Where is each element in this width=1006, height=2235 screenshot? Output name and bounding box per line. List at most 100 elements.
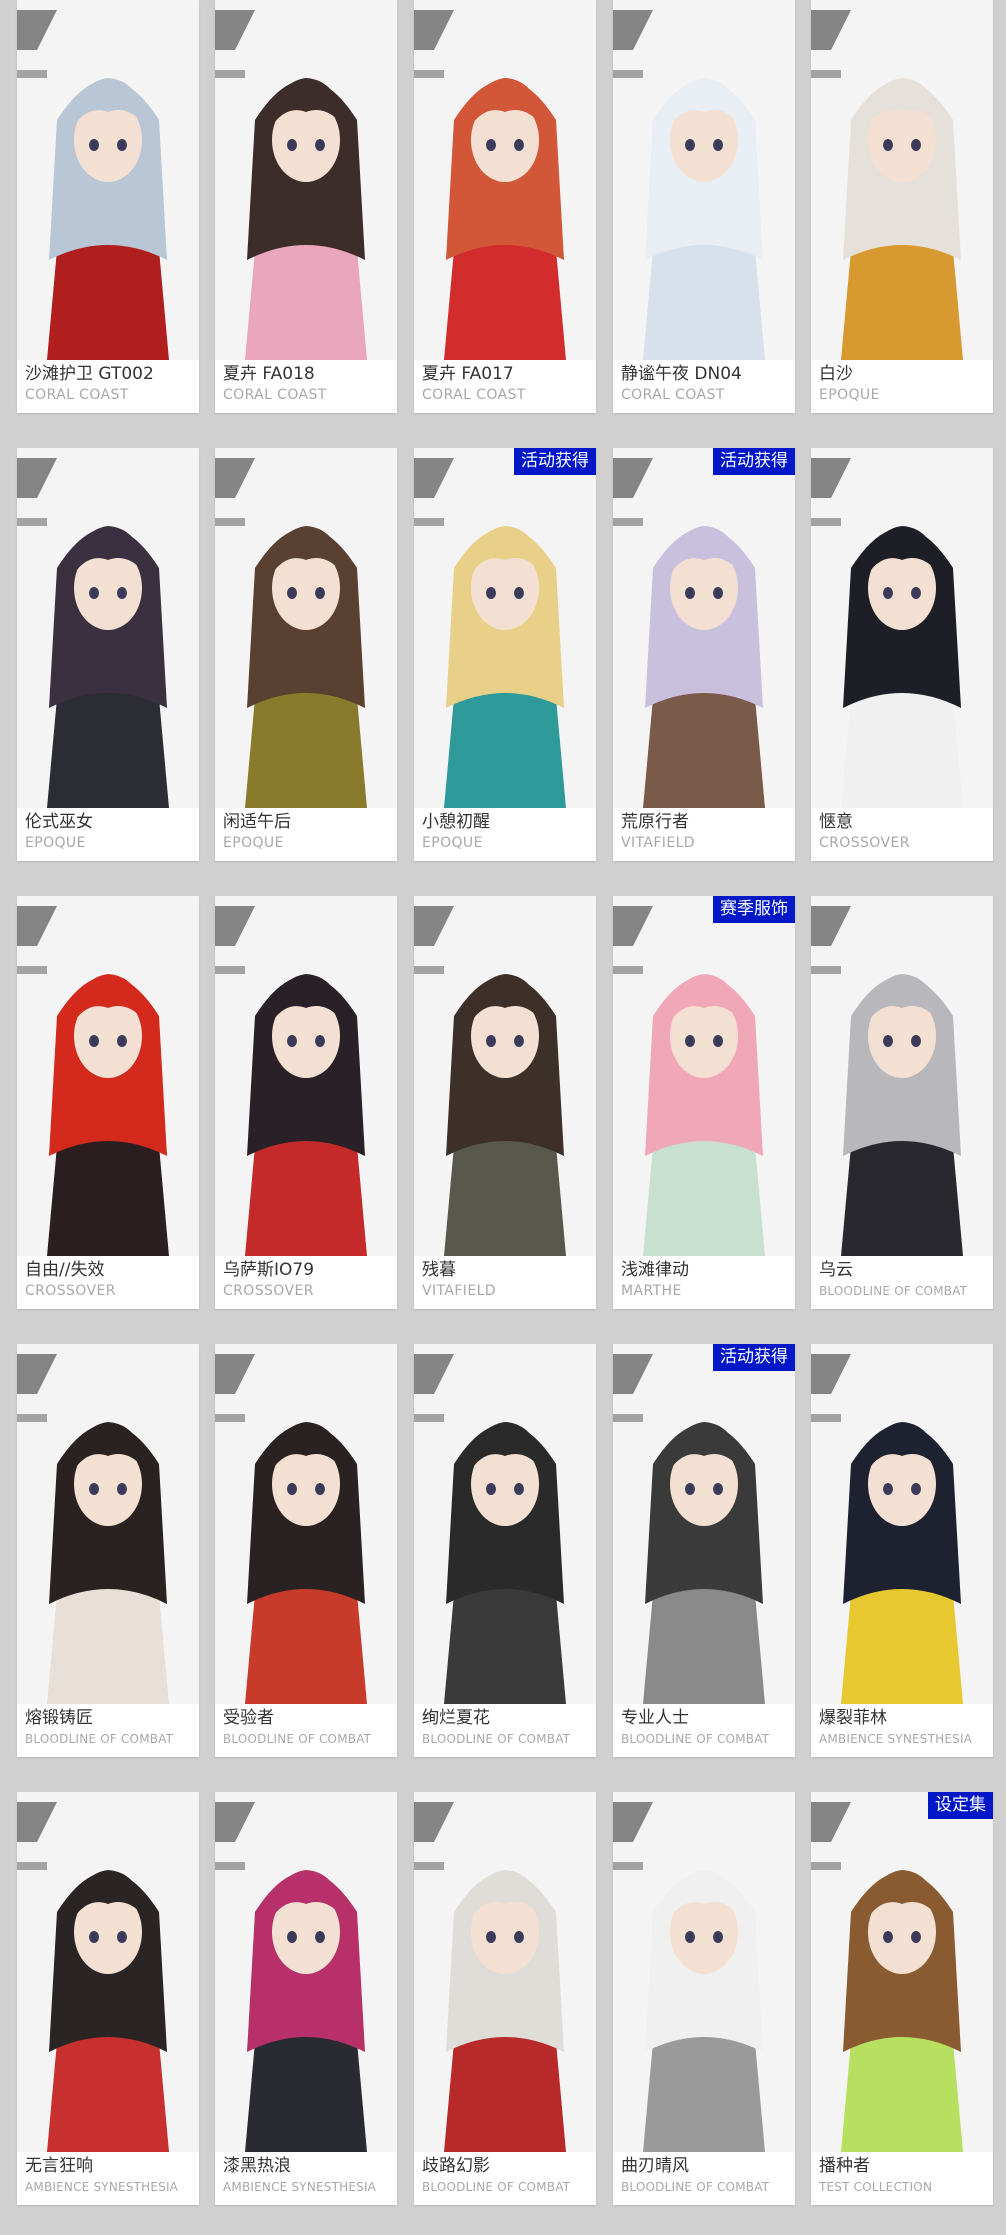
skin-artwork xyxy=(613,1792,795,2152)
character-illustration xyxy=(17,448,199,808)
skin-series: EPOQUE xyxy=(25,835,86,851)
skin-name: 受验者 xyxy=(223,1708,274,1728)
skin-name: 乌萨斯IO79 xyxy=(223,1260,315,1280)
character-illustration xyxy=(811,896,993,1256)
skin-card[interactable]: 歧路幻影 BLOODLINE OF COMBAT xyxy=(414,1792,596,2205)
character-illustration xyxy=(811,448,993,808)
character-illustration xyxy=(17,1344,199,1704)
skin-card[interactable]: 活动获得荒原行者 VITAFIELD xyxy=(613,448,795,861)
skin-caption: 自由//失效 CROSSOVER xyxy=(25,1258,195,1308)
skin-name: 闲适午后 xyxy=(223,812,291,832)
skin-card[interactable]: 自由//失效 CROSSOVER xyxy=(17,896,199,1309)
skin-series: BLOODLINE OF COMBAT xyxy=(25,1732,174,1746)
skin-caption: 残暮 VITAFIELD xyxy=(422,1258,592,1308)
skin-series: MARTHE xyxy=(621,1283,682,1299)
skin-card[interactable]: 乌萨斯IO79 CROSSOVER xyxy=(215,896,397,1309)
skin-name: 沙滩护卫 GT002 xyxy=(25,364,154,384)
skin-series: CORAL COAST xyxy=(621,387,725,403)
skin-caption: 闲适午后 EPOQUE xyxy=(223,810,393,860)
skin-card[interactable]: 闲适午后 EPOQUE xyxy=(215,448,397,861)
skin-artwork xyxy=(613,0,795,360)
skin-name: 歧路幻影 xyxy=(422,2156,490,2176)
character-illustration xyxy=(414,1344,596,1704)
skin-card[interactable]: 熔锻铸匠 BLOODLINE OF COMBAT xyxy=(17,1344,199,1757)
skin-series: CORAL COAST xyxy=(223,387,327,403)
skin-card[interactable]: 白沙 EPOQUE xyxy=(811,0,993,413)
skin-artwork xyxy=(17,1792,199,2152)
skin-name: 熔锻铸匠 xyxy=(25,1708,93,1728)
skin-artwork xyxy=(811,448,993,808)
skin-name: 荒原行者 xyxy=(621,812,689,832)
skin-artwork xyxy=(17,896,199,1256)
skin-series: CROSSOVER xyxy=(223,1283,314,1299)
skin-card[interactable]: 沙滩护卫 GT002 CORAL COAST xyxy=(17,0,199,413)
character-illustration xyxy=(17,0,199,360)
skin-name: 浅滩律动 xyxy=(621,1260,689,1280)
skin-card[interactable]: 伦式巫女 EPOQUE xyxy=(17,448,199,861)
character-illustration xyxy=(613,0,795,360)
character-illustration xyxy=(613,448,795,808)
skin-series: BLOODLINE OF COMBAT xyxy=(819,1284,968,1298)
skin-caption: 乌云 BLOODLINE OF COMBAT xyxy=(819,1258,989,1308)
skin-series: EPOQUE xyxy=(819,387,880,403)
skin-caption: 静谧午夜 DN04 CORAL COAST xyxy=(621,362,791,412)
skin-card[interactable]: 残暮 VITAFIELD xyxy=(414,896,596,1309)
skin-caption: 播种者 TEST COLLECTION xyxy=(819,2154,989,2204)
skin-caption: 沙滩护卫 GT002 CORAL COAST xyxy=(25,362,195,412)
skin-name: 专业人士 xyxy=(621,1708,689,1728)
character-illustration xyxy=(613,1792,795,2152)
acquisition-badge: 赛季服饰 xyxy=(713,896,795,923)
skin-artwork xyxy=(215,896,397,1256)
skin-series: EPOQUE xyxy=(223,835,284,851)
skin-name: 乌云 xyxy=(819,1260,853,1280)
skin-series: VITAFIELD xyxy=(621,835,695,851)
skin-artwork xyxy=(613,1344,795,1704)
skin-series: AMBIENCE SYNESTHESIA xyxy=(819,1732,973,1746)
character-illustration xyxy=(414,0,596,360)
skin-artwork xyxy=(414,896,596,1256)
skin-name: 绚烂夏花 xyxy=(422,1708,490,1728)
skin-artwork xyxy=(811,1344,993,1704)
skin-card[interactable]: 夏卉 FA017 CORAL COAST xyxy=(414,0,596,413)
skin-artwork xyxy=(811,896,993,1256)
skin-gallery-grid: 沙滩护卫 GT002 CORAL COAST 夏卉 FA018 CORAL COAST… xyxy=(0,0,1006,2235)
skin-card[interactable]: 绚烂夏花 BLOODLINE OF COMBAT xyxy=(414,1344,596,1757)
skin-card[interactable]: 设定集 播种者 TEST COLLECTION xyxy=(811,1792,993,2205)
character-illustration xyxy=(215,1344,397,1704)
skin-card[interactable]: 夏卉 FA018 CORAL COAST xyxy=(215,0,397,413)
skin-name: 小憩初醒 xyxy=(422,812,490,832)
character-illustration xyxy=(215,1792,397,2152)
skin-card[interactable]: 受验者 BLOODLINE OF COMBAT xyxy=(215,1344,397,1757)
skin-series: BLOODLINE OF COMBAT xyxy=(422,2180,571,2194)
skin-caption: 乌萨斯IO79 CROSSOVER xyxy=(223,1258,393,1308)
skin-card[interactable]: 乌云 BLOODLINE OF COMBAT xyxy=(811,896,993,1309)
skin-caption: 夏卉 FA018 CORAL COAST xyxy=(223,362,393,412)
skin-artwork xyxy=(414,448,596,808)
skin-series: CROSSOVER xyxy=(819,835,910,851)
skin-card[interactable]: 爆裂菲林 AMBIENCE SYNESTHESIA xyxy=(811,1344,993,1757)
skin-name: 伦式巫女 xyxy=(25,812,93,832)
skin-artwork xyxy=(414,1792,596,2152)
skin-card[interactable]: 漆黑热浪 AMBIENCE SYNESTHESIA xyxy=(215,1792,397,2205)
skin-artwork xyxy=(215,1792,397,2152)
skin-artwork xyxy=(811,1792,993,2152)
skin-card[interactable]: 静谧午夜 DN04 CORAL COAST xyxy=(613,0,795,413)
skin-card[interactable]: 活动获得 小憩初醒 EPOQUE xyxy=(414,448,596,861)
skin-name: 播种者 xyxy=(819,2156,870,2176)
skin-card[interactable]: 无言狂响 AMBIENCE SYNESTHESIA xyxy=(17,1792,199,2205)
skin-card[interactable]: 惬意 CROSSOVER xyxy=(811,448,993,861)
skin-name: 残暮 xyxy=(422,1260,456,1280)
character-illustration xyxy=(17,1792,199,2152)
skin-card[interactable]: 曲刃晴风 BLOODLINE OF COMBAT xyxy=(613,1792,795,2205)
skin-series: CORAL COAST xyxy=(25,387,129,403)
skin-card[interactable]: 活动获得专业人士 BLOODLINE OF COMBAT xyxy=(613,1344,795,1757)
acquisition-badge: 活动获得 xyxy=(514,448,596,475)
skin-series: BLOODLINE OF COMBAT xyxy=(621,2180,770,2194)
acquisition-badge: 活动获得 xyxy=(713,1344,795,1371)
skin-card[interactable]: 赛季服饰浅滩律动 MARTHE xyxy=(613,896,795,1309)
character-illustration xyxy=(215,448,397,808)
skin-series: VITAFIELD xyxy=(422,1283,496,1299)
skin-caption: 受验者 BLOODLINE OF COMBAT xyxy=(223,1706,393,1756)
skin-caption: 专业人士 BLOODLINE OF COMBAT xyxy=(621,1706,791,1756)
acquisition-badge: 活动获得 xyxy=(713,448,795,475)
